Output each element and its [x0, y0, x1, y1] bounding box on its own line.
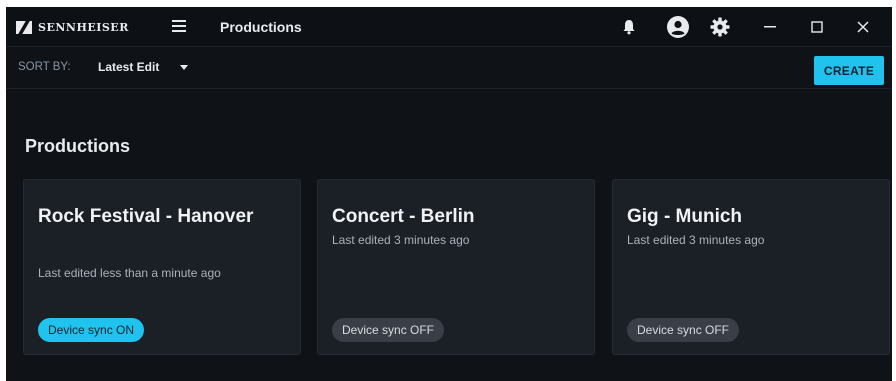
- brand-logo: SENNHEISER: [16, 21, 129, 34]
- brand-name: SENNHEISER: [38, 21, 129, 34]
- hamburger-menu-icon[interactable]: [172, 20, 186, 32]
- sort-dropdown[interactable]: Latest Edit: [98, 60, 159, 74]
- card-subtitle: Last edited 3 minutes ago: [332, 233, 470, 247]
- minimize-icon[interactable]: [764, 25, 776, 29]
- production-card[interactable]: Concert - Berlin Last edited 3 minutes a…: [317, 179, 595, 355]
- section-title: Productions: [25, 136, 131, 156]
- app-window: SENNHEISER Productions SORT BY: Latest E…: [6, 7, 892, 381]
- close-icon[interactable]: [857, 21, 869, 33]
- toolbar: SORT BY: Latest Edit CREATE: [6, 47, 892, 89]
- card-subtitle: Last edited less than a minute ago: [38, 266, 221, 280]
- card-title: Concert - Berlin: [332, 206, 475, 227]
- page-title: Productions: [220, 19, 302, 35]
- gear-icon[interactable]: [710, 17, 730, 37]
- production-card[interactable]: Gig - Munich Last edited 3 minutes ago D…: [612, 179, 890, 355]
- sort-label: SORT BY:: [18, 61, 71, 73]
- device-sync-badge[interactable]: Device sync OFF: [332, 318, 445, 342]
- card-title: Gig - Munich: [627, 206, 743, 227]
- production-card[interactable]: Rock Festival - Hanover Last edited less…: [23, 179, 301, 355]
- bell-icon[interactable]: [622, 19, 636, 35]
- card-subtitle: Last edited 3 minutes ago: [627, 233, 765, 247]
- card-title: Rock Festival - Hanover: [38, 206, 254, 227]
- device-sync-badge[interactable]: Device sync ON: [38, 318, 145, 342]
- device-sync-badge[interactable]: Device sync OFF: [627, 318, 740, 342]
- caret-down-icon[interactable]: [180, 65, 188, 70]
- sennheiser-logo-icon: [16, 21, 32, 34]
- account-icon[interactable]: [667, 16, 689, 38]
- title-bar: SENNHEISER Productions: [6, 7, 892, 47]
- create-button[interactable]: CREATE: [814, 56, 884, 85]
- maximize-icon[interactable]: [811, 21, 823, 33]
